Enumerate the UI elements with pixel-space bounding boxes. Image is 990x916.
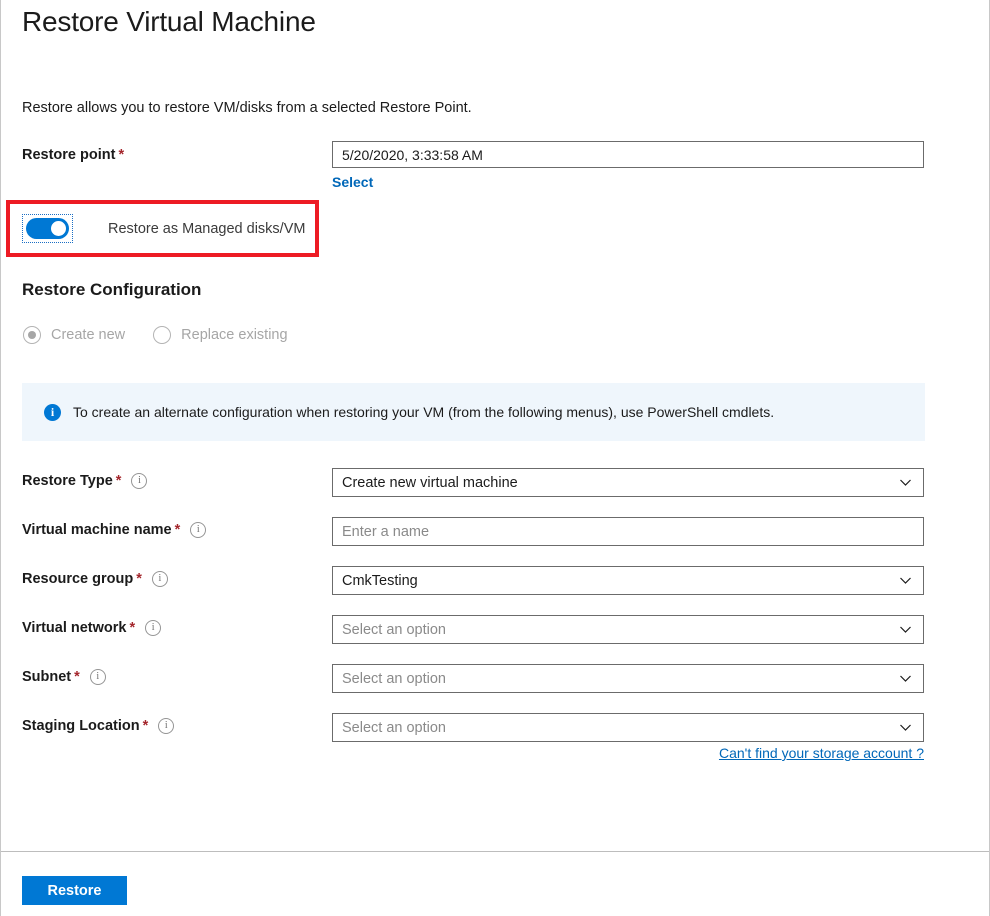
chevron-down-icon: [899, 574, 912, 587]
field-row-restore-type: Restore Type* i Create new virtual machi…: [1, 468, 990, 517]
chevron-down-icon: [899, 721, 912, 734]
required-asterisk: *: [116, 473, 122, 489]
restore-as-managed-disks-row: Restore as Managed disks/VM: [22, 214, 305, 243]
resource-group-label: Resource group* i: [22, 571, 168, 587]
staging-location-label-text: Staging Location: [22, 718, 140, 734]
required-asterisk: *: [129, 620, 135, 636]
staging-location-dropdown[interactable]: Select an option: [332, 713, 924, 742]
restore-type-label-text: Restore Type: [22, 473, 113, 489]
required-asterisk: *: [74, 669, 80, 685]
staging-location-label: Staging Location* i: [22, 718, 174, 734]
restore-configuration-heading: Restore Configuration: [22, 280, 201, 300]
restore-type-label: Restore Type* i: [22, 473, 147, 489]
restore-as-managed-disks-label: Restore as Managed disks/VM: [108, 221, 305, 237]
info-circle-icon[interactable]: i: [131, 473, 147, 489]
radio-replace-existing-indicator: [153, 326, 171, 344]
intro-description: Restore allows you to restore VM/disks f…: [22, 100, 472, 116]
subnet-label: Subnet* i: [22, 669, 106, 685]
virtual-machine-name-label: Virtual machine name* i: [22, 522, 206, 538]
staging-location-value: Select an option: [342, 720, 899, 736]
virtual-network-dropdown[interactable]: Select an option: [332, 615, 924, 644]
radio-create-new[interactable]: Create new: [23, 326, 125, 344]
field-row-subnet: Subnet* i Select an option: [1, 664, 990, 713]
restore-configuration-radio-group: Create new Replace existing: [23, 326, 288, 344]
field-row-virtual-machine-name: Virtual machine name* i: [1, 517, 990, 566]
virtual-machine-name-input[interactable]: [332, 517, 924, 546]
chevron-down-icon: [899, 623, 912, 636]
restore-as-managed-disks-toggle[interactable]: [26, 218, 69, 239]
radio-create-new-indicator: [23, 326, 41, 344]
restore-point-input[interactable]: [332, 141, 924, 168]
required-asterisk: *: [136, 571, 142, 587]
virtual-machine-name-label-text: Virtual machine name: [22, 522, 172, 538]
restore-virtual-machine-blade: Restore Virtual Machine Restore allows y…: [0, 0, 990, 916]
required-asterisk: *: [143, 718, 149, 734]
info-banner-text: To create an alternate configuration whe…: [73, 404, 774, 420]
required-asterisk: *: [118, 147, 124, 163]
info-circle-icon[interactable]: i: [90, 669, 106, 685]
virtual-network-label-text: Virtual network: [22, 620, 126, 636]
radio-replace-existing[interactable]: Replace existing: [153, 326, 287, 344]
info-circle-icon[interactable]: i: [190, 522, 206, 538]
footer-separator: [1, 851, 990, 852]
subnet-label-text: Subnet: [22, 669, 71, 685]
toggle-focus-ring: [22, 214, 73, 243]
field-row-virtual-network: Virtual network* i Select an option: [1, 615, 990, 664]
restore-point-label-text: Restore point: [22, 147, 115, 163]
virtual-network-label: Virtual network* i: [22, 620, 161, 636]
subnet-dropdown[interactable]: Select an option: [332, 664, 924, 693]
restore-button[interactable]: Restore: [22, 876, 127, 905]
restore-form-fields: Restore Type* i Create new virtual machi…: [1, 468, 990, 762]
resource-group-label-text: Resource group: [22, 571, 133, 587]
cant-find-storage-account-link[interactable]: Can't find your storage account ?: [332, 745, 924, 761]
chevron-down-icon: [899, 476, 912, 489]
page-title: Restore Virtual Machine: [22, 6, 316, 38]
subnet-value: Select an option: [342, 671, 899, 687]
info-circle-icon: i: [44, 404, 61, 421]
restore-type-dropdown[interactable]: Create new virtual machine: [332, 468, 924, 497]
field-row-resource-group: Resource group* i CmkTesting: [1, 566, 990, 615]
info-circle-icon[interactable]: i: [145, 620, 161, 636]
resource-group-dropdown[interactable]: CmkTesting: [332, 566, 924, 595]
radio-create-new-label: Create new: [51, 327, 125, 343]
resource-group-value: CmkTesting: [342, 573, 899, 589]
chevron-down-icon: [899, 672, 912, 685]
toggle-thumb: [51, 221, 66, 236]
info-circle-icon[interactable]: i: [152, 571, 168, 587]
select-restore-point-link[interactable]: Select: [332, 174, 373, 190]
virtual-network-value: Select an option: [342, 622, 899, 638]
required-asterisk: *: [175, 522, 181, 538]
restore-point-label: Restore point*: [22, 147, 124, 163]
info-banner: i To create an alternate configuration w…: [22, 383, 925, 441]
radio-replace-existing-label: Replace existing: [181, 327, 287, 343]
restore-type-value: Create new virtual machine: [342, 475, 899, 491]
info-circle-icon[interactable]: i: [158, 718, 174, 734]
